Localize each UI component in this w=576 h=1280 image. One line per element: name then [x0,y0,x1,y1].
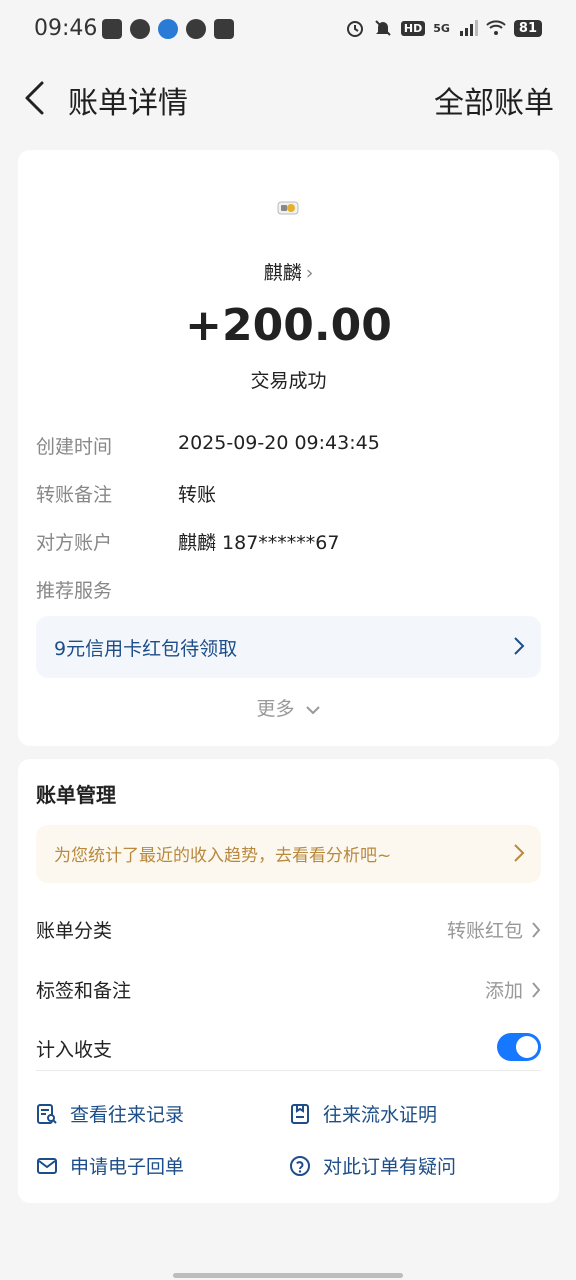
income-analysis-banner[interactable]: 为您统计了最近的收入趋势，去看看分析吧~ [36,825,541,883]
created-time-label: 创建时间 [36,436,113,458]
transaction-card: 麒麟 › +200.00 交易成功 创建时间 2025-09-20 09:43:4… [18,150,559,746]
system-icons: HD 5G 81 [345,18,542,38]
question-icon [290,1155,310,1176]
analysis-text: 为您统计了最近的收入趋势，去看看分析吧~ [54,846,392,866]
chevron-right-icon [514,637,525,655]
counterparty-value: 麒麟 187******67 [178,532,340,554]
credit-card-promo[interactable]: 9元信用卡红包待领取 [36,616,541,678]
include-in-stats-label: 计入收支 [36,1039,113,1061]
hd-icon: HD [400,20,426,36]
payee-label: 麒麟 [263,262,302,284]
document-search-icon [37,1103,57,1124]
transfer-note-value: 转账 [178,484,217,506]
chevron-down-icon [305,706,320,715]
payee-name[interactable]: 麒麟 › [18,258,559,285]
transfer-note-label: 转账备注 [36,484,113,506]
app-icon [158,19,178,39]
calendar-icon [214,19,234,39]
recommended-services-label: 推荐服务 [36,580,113,602]
page-title: 账单详情 [68,86,188,121]
transfer-icon [277,201,299,215]
include-in-stats-toggle[interactable] [497,1033,541,1061]
nav-bar: 账单详情 全部账单 [0,66,576,130]
flow-proof-label: 往来流水证明 [323,1104,438,1126]
created-time-value: 2025-09-20 09:43:45 [178,432,380,454]
status-bar: 09:46 HD 5G 81 [0,0,576,62]
certificate-icon [291,1103,309,1124]
divider [36,1070,541,1071]
notification-icons [102,19,234,39]
all-bills-link[interactable]: 全部账单 [434,78,554,122]
bill-category-value: 转账红包 [446,920,523,942]
more-label: 更多 [256,698,295,720]
wechat-icon [130,19,150,39]
back-arrow-icon[interactable] [22,80,48,116]
flow-proof-link[interactable]: 往来流水证明 [289,1100,437,1127]
transaction-amount: +200.00 [185,300,392,351]
chevron-right-icon [532,921,541,938]
e-receipt-label: 申请电子回单 [70,1156,185,1178]
home-indicator[interactable] [173,1273,403,1278]
chevron-right-icon [514,844,525,862]
counterparty-label: 对方账户 [36,532,113,554]
bill-category-row[interactable]: 转账红包 [447,916,541,943]
status-time: 09:46 [34,16,98,41]
network-type: 5G [433,21,450,35]
promo-text: 9元信用卡红包待领取 [54,638,238,660]
wifi-icon [486,20,506,35]
bill-management-card: 账单管理 为您统计了最近的收入趋势，去看看分析吧~ 账单分类 转账红包 标签和备… [18,759,559,1203]
chevron-right-icon [532,981,541,998]
tags-notes-label: 标签和备注 [36,980,132,1002]
alarm-icon [346,21,363,37]
tags-notes-value: 添加 [484,980,523,1002]
view-history-label: 查看往来记录 [70,1104,185,1126]
e-receipt-link[interactable]: 申请电子回单 [36,1152,184,1179]
transaction-status: 交易成功 [250,370,327,392]
toggle-knob [516,1036,538,1058]
bill-category-label: 账单分类 [36,920,113,942]
mail-icon [37,1157,57,1174]
tags-notes-row[interactable]: 添加 [485,976,541,1003]
alipay-icon [102,19,122,39]
mute-icon [375,20,391,36]
compass-icon [186,19,206,39]
view-history-link[interactable]: 查看往来记录 [36,1100,184,1127]
battery-icon: 81 [513,19,542,37]
order-question-link[interactable]: 对此订单有疑问 [289,1152,456,1179]
section-title: 账单管理 [36,783,116,807]
more-button[interactable]: 更多 [18,694,559,721]
order-question-label: 对此订单有疑问 [323,1156,457,1178]
signal-icon [459,20,478,36]
chevron-right-icon: › [305,262,314,284]
